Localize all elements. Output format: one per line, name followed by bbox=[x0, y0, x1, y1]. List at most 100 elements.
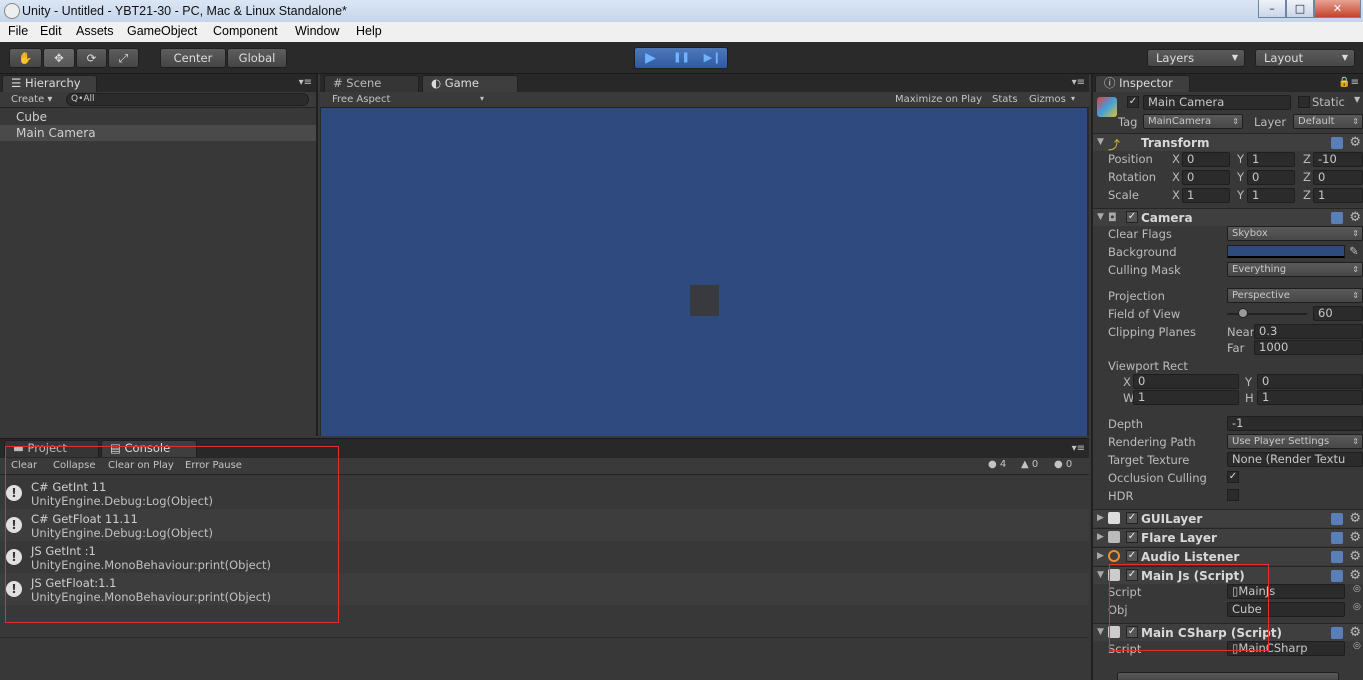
scale-z-field[interactable]: 1 bbox=[1313, 188, 1363, 203]
audio-listener-header[interactable]: ▶ ✓ Audio Listener ⚙ bbox=[1093, 547, 1363, 565]
menu-component[interactable]: Component bbox=[213, 24, 278, 38]
minimize-button[interactable]: – bbox=[1258, 0, 1286, 18]
tab-hierarchy[interactable]: ☰ Hierarchy bbox=[2, 75, 97, 92]
step-button[interactable]: ▶❙ bbox=[697, 48, 728, 68]
flare-layer-header[interactable]: ▶ ✓ Flare Layer ⚙ bbox=[1093, 528, 1363, 546]
pause-button[interactable]: ❚❚ bbox=[666, 48, 697, 68]
maincsharp-script-field[interactable]: ▯MainCSharp bbox=[1227, 641, 1345, 656]
panel-menu-icon[interactable]: ▾≡ bbox=[299, 77, 312, 88]
help-book-icon[interactable] bbox=[1331, 212, 1343, 224]
stats-toggle[interactable]: Stats bbox=[992, 94, 1018, 105]
help-book-icon[interactable] bbox=[1331, 532, 1343, 544]
culling-mask-dropdown[interactable]: Everything ⇕ bbox=[1227, 262, 1363, 277]
play-button[interactable]: ▶ bbox=[635, 48, 666, 68]
space-global-button[interactable]: Global bbox=[227, 48, 287, 68]
chevron-down-icon[interactable]: ▼ bbox=[1354, 95, 1360, 104]
help-book-icon[interactable] bbox=[1331, 570, 1343, 582]
transform-header[interactable]: ▼ ⤴ Transform ⚙ bbox=[1093, 133, 1363, 152]
gizmos-dropdown[interactable]: Gizmos bbox=[1029, 94, 1066, 105]
object-picker-icon[interactable]: ◎ bbox=[1353, 584, 1361, 594]
depth-field[interactable]: -1 bbox=[1227, 416, 1363, 431]
camera-header[interactable]: ▼ ◘ ✓ Camera ⚙ bbox=[1093, 208, 1363, 226]
gear-icon[interactable]: ⚙ bbox=[1349, 549, 1361, 564]
help-book-icon[interactable] bbox=[1331, 513, 1343, 525]
help-book-icon[interactable] bbox=[1331, 137, 1343, 149]
viewport-w-field[interactable]: 1 bbox=[1133, 390, 1239, 405]
lock-icon[interactable]: 🔒≡ bbox=[1338, 77, 1359, 88]
viewport-y-field[interactable]: 0 bbox=[1257, 374, 1363, 389]
gear-icon[interactable]: ⚙ bbox=[1349, 530, 1361, 545]
menu-edit[interactable]: Edit bbox=[40, 24, 62, 38]
tab-inspector[interactable]: ⓘ Inspector bbox=[1095, 75, 1190, 92]
clear-flags-dropdown[interactable]: Skybox ⇕ bbox=[1227, 226, 1363, 241]
menu-assets[interactable]: Assets bbox=[76, 24, 114, 38]
guilayer-enabled-checkbox[interactable]: ✓ bbox=[1126, 512, 1138, 524]
close-button[interactable]: ✕ bbox=[1314, 0, 1361, 18]
position-z-field[interactable]: -10 bbox=[1313, 152, 1363, 167]
layout-dropdown[interactable]: Layout ▼ bbox=[1255, 49, 1355, 67]
object-picker-icon[interactable]: ◎ bbox=[1353, 602, 1361, 612]
menu-window[interactable]: Window bbox=[295, 24, 339, 38]
maximize-on-play-toggle[interactable]: Maximize on Play bbox=[895, 94, 982, 105]
create-dropdown[interactable]: Create ▾ bbox=[11, 94, 52, 105]
pivot-center-button[interactable]: Center bbox=[160, 48, 226, 68]
log-entry[interactable]: ! C# GetInt 11 UnityEngine.Debug:Log(Obj… bbox=[0, 477, 1089, 509]
mainjs-script-field[interactable]: ▯MainJs bbox=[1227, 584, 1345, 599]
static-checkbox[interactable] bbox=[1298, 96, 1310, 108]
near-field[interactable]: 0.3 bbox=[1254, 324, 1363, 339]
maximize-button[interactable]: □ bbox=[1286, 0, 1314, 18]
aspect-dropdown[interactable]: Free Aspect bbox=[332, 94, 390, 105]
gear-icon[interactable]: ⚙ bbox=[1349, 625, 1361, 640]
object-picker-icon[interactable]: ◎ bbox=[1353, 641, 1361, 651]
mainjs-obj-field[interactable]: Cube bbox=[1227, 602, 1345, 617]
target-texture-field[interactable]: None (Render Textu bbox=[1227, 452, 1363, 467]
menu-help[interactable]: Help bbox=[356, 24, 382, 38]
error-count-toggle[interactable]: ● 0 bbox=[1054, 459, 1072, 470]
main-csharp-enabled-checkbox[interactable]: ✓ bbox=[1126, 626, 1138, 638]
active-checkbox[interactable]: ✓ bbox=[1127, 96, 1139, 108]
tab-console[interactable]: ▤ Console bbox=[101, 440, 197, 457]
panel-menu-icon[interactable]: ▾≡ bbox=[1072, 77, 1085, 88]
collapse-button[interactable]: Collapse bbox=[53, 460, 96, 471]
gear-icon[interactable]: ⚙ bbox=[1349, 568, 1361, 583]
fov-field[interactable]: 60 bbox=[1313, 306, 1363, 321]
log-entry[interactable]: ! JS GetInt :1 UnityEngine.MonoBehaviour… bbox=[0, 541, 1089, 573]
log-entry[interactable]: ! JS GetFloat:1.1 UnityEngine.MonoBehavi… bbox=[0, 573, 1089, 605]
position-x-field[interactable]: 0 bbox=[1182, 152, 1230, 167]
main-js-header[interactable]: ▼ ✓ Main Js (Script) ⚙ bbox=[1093, 566, 1363, 584]
clear-button[interactable]: Clear bbox=[11, 460, 37, 471]
hierarchy-item-main-camera[interactable]: Main Camera bbox=[0, 125, 316, 141]
layer-dropdown[interactable]: Default ⇕ bbox=[1293, 114, 1363, 129]
camera-enabled-checkbox[interactable]: ✓ bbox=[1126, 211, 1138, 223]
tag-dropdown[interactable]: MainCamera ⇕ bbox=[1143, 114, 1243, 129]
log-entry[interactable]: ! C# GetFloat 11.11 UnityEngine.Debug:Lo… bbox=[0, 509, 1089, 541]
tab-game[interactable]: ◐ Game bbox=[422, 75, 518, 92]
error-pause-button[interactable]: Error Pause bbox=[185, 460, 242, 471]
layers-dropdown[interactable]: Layers ▼ bbox=[1147, 49, 1245, 67]
info-count-toggle[interactable]: ● 4 bbox=[988, 459, 1006, 470]
hierarchy-item-cube[interactable]: Cube bbox=[0, 109, 316, 125]
hand-tool-button[interactable]: ✋ bbox=[9, 48, 42, 68]
fov-slider-thumb[interactable] bbox=[1238, 308, 1248, 318]
clear-on-play-button[interactable]: Clear on Play bbox=[108, 460, 174, 471]
add-component-button[interactable] bbox=[1117, 672, 1339, 680]
rotation-z-field[interactable]: 0 bbox=[1313, 170, 1363, 185]
gear-icon[interactable]: ⚙ bbox=[1349, 210, 1361, 225]
viewport-x-field[interactable]: 0 bbox=[1133, 374, 1239, 389]
eyedropper-icon[interactable]: ✎ bbox=[1349, 244, 1359, 258]
rotation-y-field[interactable]: 0 bbox=[1247, 170, 1295, 185]
occlusion-culling-checkbox[interactable]: ✓ bbox=[1227, 471, 1239, 483]
help-book-icon[interactable] bbox=[1331, 551, 1343, 563]
move-tool-button[interactable]: ✥ bbox=[43, 48, 75, 68]
gear-icon[interactable]: ⚙ bbox=[1349, 135, 1361, 150]
menu-gameobject[interactable]: GameObject bbox=[127, 24, 197, 38]
main-csharp-header[interactable]: ▼ ✓ Main CSharp (Script) ⚙ bbox=[1093, 623, 1363, 641]
position-y-field[interactable]: 1 bbox=[1247, 152, 1295, 167]
flare-layer-enabled-checkbox[interactable]: ✓ bbox=[1126, 531, 1138, 543]
projection-dropdown[interactable]: Perspective ⇕ bbox=[1227, 288, 1363, 303]
background-color-swatch[interactable] bbox=[1227, 245, 1345, 258]
object-name-field[interactable]: Main Camera bbox=[1143, 95, 1291, 110]
audio-listener-enabled-checkbox[interactable]: ✓ bbox=[1126, 550, 1138, 562]
hdr-checkbox[interactable] bbox=[1227, 489, 1239, 501]
scale-y-field[interactable]: 1 bbox=[1247, 188, 1295, 203]
